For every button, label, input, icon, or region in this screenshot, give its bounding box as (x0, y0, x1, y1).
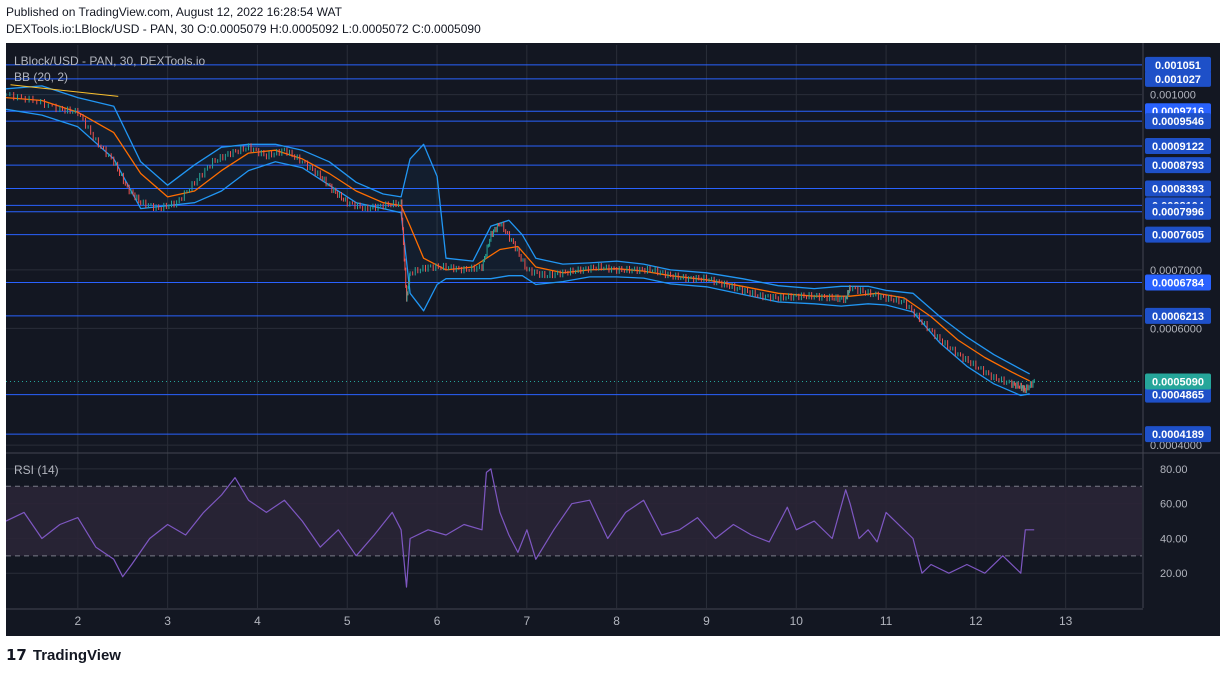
level-label: 0.0009546 (1152, 116, 1204, 128)
rsi-tick-label: 60.00 (1160, 499, 1188, 511)
rsi-tick-label: 80.00 (1160, 464, 1188, 476)
level-label: 0.0006213 (1152, 311, 1204, 323)
price-tick-label: 0.0006000 (1150, 323, 1202, 335)
last-price-label: 0.0005090 (1152, 376, 1204, 388)
chart-frame[interactable]: 0.001000 0.0007000 0.0006000 0.0004000 0.001… (6, 43, 1220, 636)
level-label: 0.0009122 (1152, 141, 1204, 153)
rsi-band (6, 486, 1142, 556)
level-label: 0.0004865 (1152, 390, 1204, 402)
ohlc-info: DEXTools.io:LBlock/USD - PAN, 30 O:0.000… (6, 22, 481, 36)
price-tick-label: 0.001000 (1150, 90, 1196, 102)
chart-title: LBlock/USD - PAN, 30, DEXTools.io (14, 54, 206, 68)
price-series (6, 84, 1142, 397)
published-info: Published on TradingView.com, August 12,… (6, 5, 342, 19)
rsi-tick-label: 40.00 (1160, 533, 1188, 545)
time-tick-label: 4 (254, 614, 261, 628)
bb-fill (6, 85, 1030, 396)
time-tick-label: 5 (344, 614, 351, 628)
footer-brand[interactable]: 17 TradingView (6, 646, 121, 664)
brand-name: TradingView (32, 646, 121, 664)
bb-upper-line (6, 85, 1031, 375)
level-label: 0.0007996 (1152, 207, 1204, 219)
tradingview-logo-icon: 17 (6, 646, 27, 664)
time-tick-label: 7 (524, 614, 531, 628)
level-label: 0.0006784 (1152, 278, 1205, 290)
chart-canvas[interactable]: 0.0010000.00070000.00060000.00040000.001… (6, 43, 1220, 636)
horizontal-levels[interactable] (6, 64, 1142, 435)
time-tick-label: 8 (613, 614, 620, 628)
rsi-pane (6, 468, 1142, 588)
level-label: 0.001027 (1155, 74, 1201, 86)
time-tick-label: 12 (969, 614, 983, 628)
time-tick-label: 11 (880, 614, 893, 628)
level-label: 0.0008393 (1152, 184, 1204, 196)
time-tick-label: 9 (703, 614, 710, 628)
bb-indicator-label: BB (20, 2) (14, 70, 68, 84)
time-tick-label: 3 (164, 614, 171, 628)
rsi-tick-label: 20.00 (1160, 568, 1188, 580)
rsi-indicator-label: RSI (14) (14, 463, 59, 477)
level-label: 0.0008793 (1152, 160, 1204, 172)
time-tick-label: 6 (434, 614, 441, 628)
time-tick-label: 2 (74, 614, 81, 628)
level-label: 0.001051 (1155, 60, 1201, 72)
level-label: 0.0007605 (1152, 230, 1204, 242)
level-label: 0.0004189 (1152, 429, 1204, 441)
time-tick-label: 13 (1059, 614, 1073, 628)
time-tick-label: 10 (790, 614, 804, 628)
